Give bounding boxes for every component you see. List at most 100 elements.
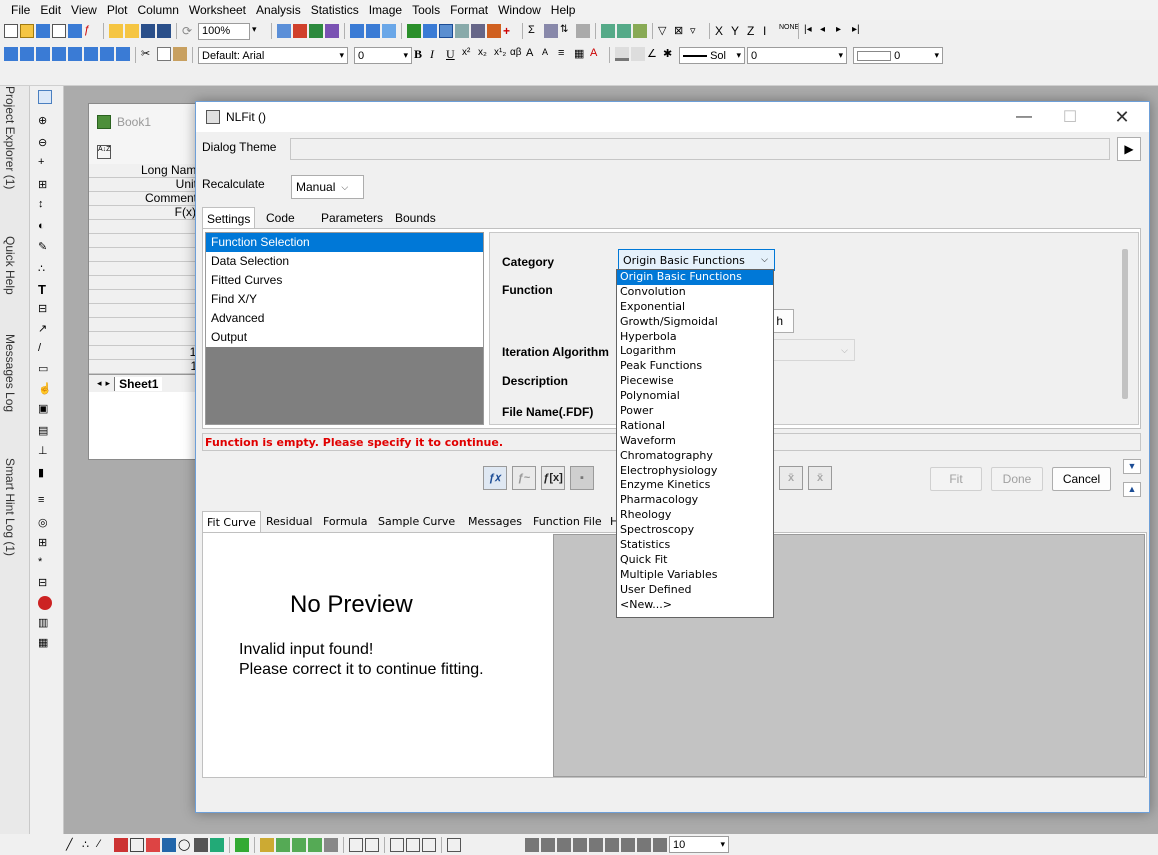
symbol-icon[interactable]: ✱ [663,47,677,61]
menu-column[interactable]: Column [133,3,184,17]
font-size-combo[interactable]: 0 ▾ [354,47,412,64]
fit-button[interactable]: Fit [930,467,982,491]
3d-wire-icon[interactable] [292,837,306,852]
sort-icon[interactable]: ⇅ [560,24,574,38]
tab-residual[interactable]: Residual [262,511,316,531]
new-matrix-icon[interactable] [68,24,82,38]
copy-icon[interactable] [157,47,171,61]
save-template-icon[interactable] [157,24,171,38]
fit-until-converged-button[interactable]: x̄ [808,466,832,490]
new-project-icon[interactable] [4,24,18,38]
sort-az-icon[interactable]: A↓Z [97,145,111,159]
close-button[interactable]: ✕ [1099,102,1145,132]
category-option[interactable]: Exponential [617,300,773,315]
maximize-button[interactable]: ☐ [1047,102,1093,132]
set-y-icon[interactable]: Y [731,24,745,38]
scatter-plot-icon[interactable]: ∴ [82,838,96,852]
paste-icon[interactable] [173,47,187,61]
box-chart-icon[interactable] [146,837,160,852]
list-item-data-selection[interactable]: Data Selection [206,252,483,271]
minimize-button[interactable]: — [1001,102,1047,132]
front-icon[interactable] [637,837,651,852]
sheet-tab[interactable]: Sheet1 [114,376,163,391]
category-option[interactable]: User Defined [617,583,773,598]
split-icon[interactable] [84,47,98,61]
zoom-out-icon[interactable]: ⊖ [38,136,52,150]
tab-code[interactable]: Code [262,208,299,228]
new-function-icon[interactable]: ƒ [84,24,98,38]
table-row[interactable]: 7 [89,304,207,318]
database-icon[interactable]: ▥ [38,616,52,630]
new-workbook-icon[interactable] [36,24,50,38]
tab-project-explorer[interactable]: Project Explorer (1) [3,86,17,189]
line-plot-icon[interactable]: ╱ [66,838,80,852]
normalize-icon[interactable] [576,24,590,38]
table-row[interactable]: 1 [89,220,207,234]
analyze-icon[interactable] [423,24,437,38]
table-row[interactable]: 6 [89,290,207,304]
align-right-icon[interactable] [557,837,571,852]
cut-icon[interactable]: ✂ [141,47,155,61]
list-item-find-xy[interactable]: Find X/Y [206,290,483,309]
category-option[interactable]: Growth/Sigmoidal [617,315,773,330]
project-explorer-icon[interactable] [382,24,396,38]
list-item-fitted-curves[interactable]: Fitted Curves [206,271,483,290]
one-iteration-button[interactable]: x̄ [779,466,803,490]
row-header-fx[interactable]: F(x)= [89,206,207,220]
sheet-next-icon[interactable]: ▸ [106,378,111,389]
3d-surface-icon[interactable] [235,837,249,852]
iteration-algorithm-select[interactable]: ⌵ [770,339,855,361]
column-chart-icon[interactable] [114,837,128,852]
scale-icon[interactable]: ↕ [38,198,52,212]
category-option[interactable]: Convolution [617,285,773,300]
menu-analysis[interactable]: Analysis [251,3,306,17]
menu-window[interactable]: Window [493,3,546,17]
transpose-icon[interactable] [68,47,82,61]
dialog-theme-combo[interactable] [290,138,1110,160]
stats-icon[interactable] [544,24,558,38]
increase-font-icon[interactable]: A [526,47,540,61]
align-icon[interactable]: ≡ [558,47,572,61]
column-stats-icon[interactable] [406,837,420,852]
polar-icon[interactable]: ◯ [178,838,192,852]
region-icon[interactable]: ∴ [38,262,52,276]
category-option[interactable]: Power [617,404,773,419]
category-option[interactable]: Peak Functions [617,359,773,374]
menu-plot[interactable]: Plot [102,3,133,17]
set-none-icon[interactable]: NONE [779,24,799,38]
3d-scatter-icon[interactable] [260,837,274,852]
fill-color-icon[interactable] [615,47,629,61]
tab-smart-hint-log[interactable]: Smart Hint Log (1) [3,458,17,556]
new-graph-icon[interactable] [52,24,66,38]
table-tool-icon[interactable]: ▦ [38,636,52,650]
pointer-icon[interactable] [38,90,52,104]
category-option[interactable]: Statistics [617,538,773,553]
category-option[interactable]: Origin Basic Functions [617,270,773,285]
cancel-button[interactable]: Cancel [1052,467,1111,491]
last-icon[interactable]: ▸| [852,24,866,38]
menu-edit[interactable]: Edit [35,3,66,17]
import-icon[interactable] [277,24,291,38]
row-header-comments[interactable]: Comments [89,192,207,206]
extract-icon[interactable] [116,47,130,61]
camera-icon[interactable] [471,24,485,38]
category-option[interactable]: Piecewise [617,374,773,389]
area-chart-icon[interactable] [162,837,176,852]
table-row[interactable]: 2 [89,234,207,248]
menu-help[interactable]: Help [546,3,581,17]
list-item-output[interactable]: Output [206,328,483,347]
category-option[interactable]: Enzyme Kinetics [617,478,773,493]
new-folder-icon[interactable] [20,24,34,38]
draw-data-icon[interactable]: ✎ [38,240,52,254]
sum-icon[interactable]: Σ [528,24,542,38]
table-row[interactable]: 5 [89,276,207,290]
menu-tools[interactable]: Tools [407,3,445,17]
table-row[interactable]: 4 [89,262,207,276]
list-item-function-selection[interactable]: Function Selection [206,233,483,252]
annotation-icon[interactable]: ⊟ [38,302,52,316]
fill-width-combo[interactable]: 0 ▾ [853,47,943,64]
category-option[interactable]: Pharmacology [617,493,773,508]
scrollbar-thumb[interactable] [1122,249,1128,399]
histogram-icon[interactable] [633,24,647,38]
grid-icon[interactable]: ⊞ [38,536,52,550]
